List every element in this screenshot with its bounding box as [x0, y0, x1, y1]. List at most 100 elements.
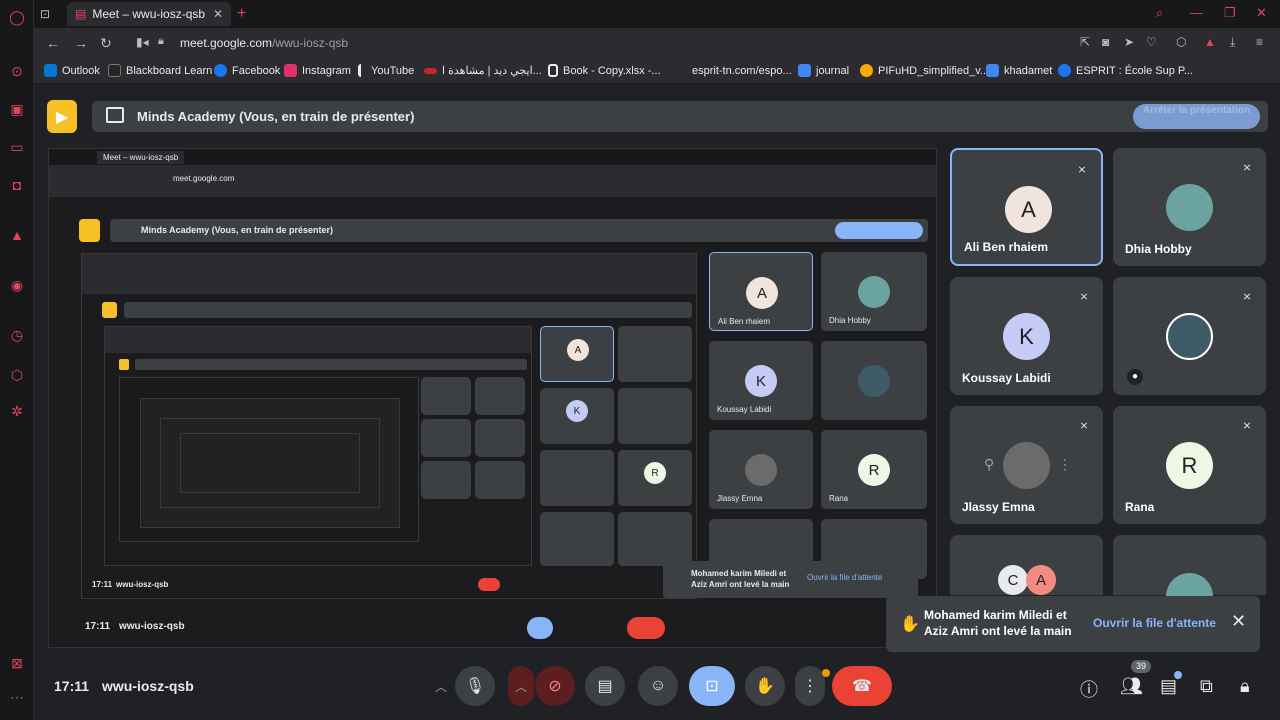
bookmark-outlook[interactable]: Outlook	[44, 64, 100, 77]
menu-icon[interactable]: ≡	[1256, 35, 1263, 49]
frame3-tile-1	[421, 377, 471, 415]
send-icon[interactable]: ➤	[1124, 35, 1134, 49]
sidebar-settings-icon[interactable]: ⊠	[8, 654, 26, 672]
document-icon	[548, 64, 558, 77]
tab-meet[interactable]: ▤ Meet – wwu-iosz-qsb ✕	[67, 2, 231, 26]
frame2-controls: 17:11 wwu-iosz-qsb	[82, 572, 696, 598]
address-bar: ← → ↻ ▮◂ 🔒︎ meet.google.com/wwu-iosz-qsb…	[34, 28, 1280, 58]
close-icon[interactable]: ✕	[213, 7, 223, 21]
activities-icon[interactable]: ⧉	[1200, 676, 1213, 697]
camera-off-button[interactable]: ⊘	[535, 666, 575, 706]
search-tabs-icon[interactable]: ⌕	[1156, 5, 1163, 21]
emoji-button[interactable]: ☺	[638, 666, 678, 706]
download-icon[interactable]: ⤓	[1230, 35, 1235, 50]
frame1-tile-4	[821, 341, 927, 420]
bookmark-book-copy[interactable]: Book - Copy.xlsx -...	[548, 64, 661, 77]
extensions-icon[interactable]: ⬡	[8, 366, 26, 384]
aria-icon[interactable]: ▲	[8, 226, 26, 244]
stop-presenting-button[interactable]: Arrêter la présentation	[1133, 104, 1260, 129]
maximize-icon[interactable]: ❐	[1224, 5, 1236, 21]
shopping-icon[interactable]: ▣	[8, 100, 26, 118]
camera-icon[interactable]: ◘	[8, 176, 26, 194]
participant-tile[interactable]: ⨯ ●	[1113, 277, 1266, 395]
youtube-icon	[358, 64, 366, 77]
more-options-button[interactable]: ⋮	[795, 666, 825, 706]
snapshot-icon[interactable]: ◙	[1102, 35, 1109, 49]
mic-off-icon: ⨯	[1242, 161, 1252, 174]
photo-avatar	[1166, 313, 1213, 360]
participant-tile[interactable]: K Koussay Labidi ⨯	[950, 277, 1103, 395]
captions-button[interactable]: ▤	[585, 666, 625, 706]
participant-tile[interactable]	[1113, 535, 1266, 620]
bookmark-instagram[interactable]: Instagram	[284, 64, 351, 77]
participant-name: Rana	[1125, 500, 1155, 514]
bookmark-journal[interactable]: journal	[798, 64, 849, 77]
people-icon[interactable]: 👥︎	[1120, 676, 1143, 697]
bookmark-khadamet[interactable]: khadamet	[986, 64, 1052, 77]
frame1-name: Koussay Labidi	[717, 405, 772, 414]
more-options-icon[interactable]: ⋮	[1058, 456, 1072, 473]
forward-icon[interactable]: →	[74, 35, 88, 51]
history-icon[interactable]: ◷	[8, 326, 26, 344]
new-tab-button[interactable]: +	[237, 2, 246, 26]
player-icon[interactable]: ◉	[8, 276, 26, 294]
microphone-button[interactable]: 🎙︎	[455, 666, 495, 706]
close-icon[interactable]: ✕	[1231, 611, 1246, 632]
tab-strip: ⊡ ▤ Meet – wwu-iosz-qsb ✕ + ⌕ — ❐ ✕	[34, 0, 1280, 28]
present-button[interactable]: ⊡	[689, 666, 735, 706]
frame2-tile-5	[540, 450, 614, 506]
flow-icon[interactable]: ⊙	[8, 62, 26, 80]
minimize-icon[interactable]: —	[1190, 5, 1203, 20]
more-vert-icon: ⋮	[802, 678, 818, 695]
participant-tile[interactable]: A Ali Ben rhaiem ⨯	[950, 148, 1103, 266]
camera-options-chevron-icon[interactable]: ︿	[508, 666, 534, 706]
settings-icon[interactable]: ✲	[8, 402, 26, 420]
participant-tile[interactable]: Dhia Hobby ⨯	[1113, 148, 1266, 266]
opera-logo-icon[interactable]: ◯	[8, 8, 26, 26]
mic-options-chevron-icon[interactable]: ︿	[428, 666, 454, 706]
open-queue-link[interactable]: Ouvrir la file d'attente	[1093, 616, 1216, 630]
facebook-icon	[1058, 64, 1071, 77]
twitch-icon[interactable]: ▭	[8, 138, 26, 156]
tab-title: Meet – wwu-iosz-qsb	[92, 7, 206, 21]
tab-search-icon[interactable]: ⊡	[40, 2, 50, 26]
leave-call-button[interactable]: ☎	[832, 666, 892, 706]
reload-icon[interactable]: ↻	[100, 35, 112, 52]
aria-toolbar-icon[interactable]: ▲	[1204, 35, 1216, 49]
lock-icon[interactable]: 🔒︎	[158, 35, 164, 48]
bookmark-blackboard[interactable]: Blackboard Learn	[108, 64, 212, 77]
bookmark-esprit-tn[interactable]: esprit-tn.com/espo...	[674, 64, 792, 77]
frame1-avatar: A	[746, 277, 778, 309]
participant-tile[interactable]: R Rana ⨯	[1113, 406, 1266, 524]
chat-icon[interactable]: ▤	[1160, 676, 1177, 697]
frame1-photo-avatar	[858, 365, 890, 397]
raise-hand-button[interactable]: ✋	[745, 666, 785, 706]
host-controls-icon[interactable]: 🔒︎	[1240, 676, 1250, 697]
heart-icon[interactable]: ♡	[1146, 35, 1157, 49]
bookmark-egydead[interactable]: ايجي ديد | مشاهدة ا...	[424, 64, 542, 77]
frame2-tile-6: R	[618, 450, 692, 506]
bookmark-youtube[interactable]: YouTube	[358, 64, 414, 77]
frame1-hangup	[627, 617, 665, 639]
shared-tab-title: Meet – wwu-iosz-qsb	[97, 151, 185, 164]
window-close-icon[interactable]: ✕	[1256, 5, 1267, 21]
frame1-toast-message: Mohamed karim Miledi et Aziz Amri ont lev…	[691, 569, 790, 589]
pin-icon[interactable]: ⚲	[984, 456, 994, 473]
frame2-time: 17:11	[92, 580, 113, 589]
camera-indicator-icon[interactable]: ▮◂	[136, 35, 149, 49]
participant-tile[interactable]: Jlassy Emna ⨯ ⚲ ⋮	[950, 406, 1103, 524]
frame2-hangup	[478, 578, 500, 591]
more-icon[interactable]: ⋯	[8, 688, 26, 706]
meeting-details-icon[interactable]: ⓘ	[1080, 676, 1098, 702]
bookmark-facebook[interactable]: Facebook	[214, 64, 280, 77]
url-field[interactable]: meet.google.com/wwu-iosz-qsb	[180, 36, 348, 50]
shared-tabstrip: Meet – wwu-iosz-qsb	[49, 149, 936, 165]
bookmark-pifuhd[interactable]: PIFuHD_simplified_v...	[860, 64, 989, 77]
participant-tile[interactable]: C A	[950, 535, 1103, 595]
cube-icon[interactable]: ⬡	[1176, 35, 1186, 49]
back-icon[interactable]: ←	[46, 35, 60, 51]
share-icon[interactable]: ⇱	[1080, 35, 1090, 49]
bookmark-esprit[interactable]: ESPRIT : École Sup P...	[1058, 64, 1193, 77]
shared-presenting-label: Minds Academy (Vous, en train de présent…	[141, 225, 334, 235]
mic-off-icon: ⨯	[1242, 419, 1252, 432]
